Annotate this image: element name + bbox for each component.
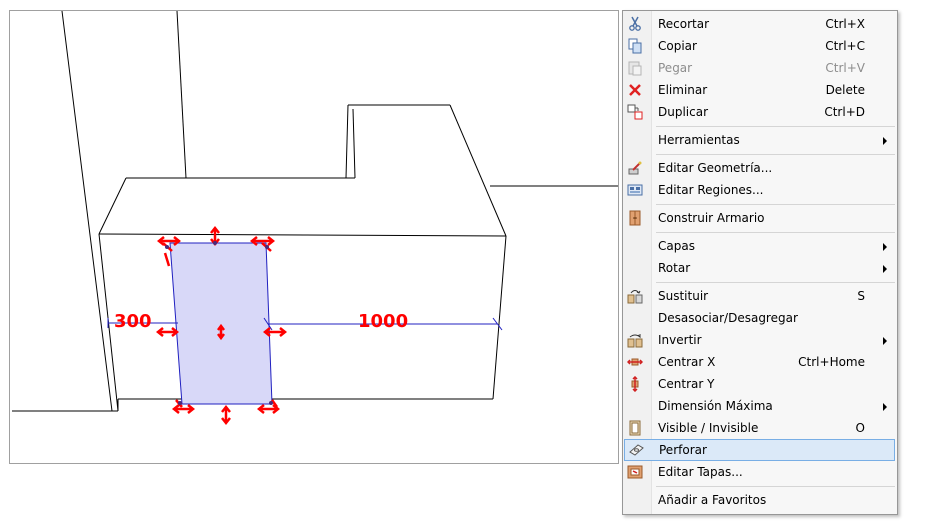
- menu-label: Centrar Y: [658, 377, 715, 391]
- menu-label: Pegar: [658, 61, 693, 75]
- wall-lines: [12, 11, 618, 412]
- menu-label: Herramientas: [658, 133, 740, 147]
- duplicate-icon: [627, 104, 643, 120]
- submenu-arrow-icon: [883, 243, 887, 251]
- dimension-lines: [107, 317, 503, 331]
- menu-shortcut: Ctrl+C: [825, 39, 865, 53]
- menu-shortcut: Ctrl+D: [824, 105, 865, 119]
- menu-item-editar-geometria[interactable]: Editar Geometría...: [623, 157, 897, 179]
- replace-icon: [627, 290, 643, 304]
- menu-label: Centrar X: [658, 355, 716, 369]
- design-canvas[interactable]: 300 1000: [9, 10, 619, 464]
- menu-label: Visible / Invisible: [658, 421, 759, 435]
- menu-label: Sustituir: [658, 289, 709, 303]
- menu-item-editar-tapas[interactable]: Editar Tapas...: [623, 461, 897, 483]
- dimension-label-right: 1000: [358, 311, 408, 332]
- menu-item-dimension-maxima[interactable]: Dimensión Máxima: [623, 395, 897, 417]
- menu-separator: [656, 282, 895, 283]
- selected-panel[interactable]: [169, 242, 273, 405]
- edit-geometry-icon: [628, 161, 642, 175]
- paste-icon: [628, 61, 642, 76]
- menu-separator: [656, 154, 895, 155]
- menu-shortcut: O: [855, 421, 865, 435]
- center-x-icon: [627, 358, 643, 366]
- menu-shortcut: Ctrl+X: [825, 17, 865, 31]
- menu-label: Recortar: [658, 17, 710, 31]
- menu-item-capas[interactable]: Capas: [623, 235, 897, 257]
- menu-item-eliminar[interactable]: Eliminar Delete: [623, 79, 897, 101]
- drawing-svg[interactable]: 300 1000: [10, 11, 618, 463]
- submenu-arrow-icon: [883, 403, 887, 411]
- menu-shortcut: Delete: [825, 83, 865, 97]
- menu-item-desasociar[interactable]: Desasociar/Desagregar: [623, 307, 897, 329]
- menu-item-centrar-x[interactable]: Centrar X Ctrl+Home: [623, 351, 897, 373]
- invert-icon: [627, 334, 643, 348]
- menu-separator: [656, 126, 895, 127]
- menu-separator: [656, 232, 895, 233]
- menu-item-rotar[interactable]: Rotar: [623, 257, 897, 279]
- menu-label: Rotar: [658, 261, 691, 275]
- menu-shortcut: S: [857, 289, 865, 303]
- menu-shortcut: Ctrl+V: [825, 61, 865, 75]
- menu-item-centrar-y[interactable]: Centrar Y: [623, 373, 897, 395]
- copy-icon: [628, 38, 642, 54]
- menu-label: Editar Geometría...: [658, 161, 773, 175]
- menu-label: Invertir: [658, 333, 702, 347]
- menu-item-duplicar[interactable]: Duplicar Ctrl+D: [623, 101, 897, 123]
- submenu-arrow-icon: [883, 265, 887, 273]
- edit-regions-icon: [627, 184, 643, 196]
- menu-item-recortar[interactable]: Recortar Ctrl+X: [623, 13, 897, 35]
- menu-item-construir-armario[interactable]: Construir Armario: [623, 207, 897, 229]
- dimension-label-left: 300: [114, 311, 152, 332]
- menu-label: Desasociar/Desagregar: [658, 311, 798, 325]
- cabinet-icon: [629, 210, 641, 226]
- menu-label: Perforar: [659, 443, 707, 457]
- menu-label: Añadir a Favoritos: [658, 493, 767, 507]
- menu-item-sustituir[interactable]: Sustituir S: [623, 285, 897, 307]
- scissors-icon: [629, 16, 641, 31]
- menu-label: Eliminar: [658, 83, 708, 97]
- center-y-icon: [631, 376, 639, 392]
- visibility-icon: [629, 420, 641, 436]
- context-menu: Recortar Ctrl+X Copiar Ctrl+C Pegar Ctrl…: [622, 10, 898, 515]
- menu-item-herramientas[interactable]: Herramientas: [623, 129, 897, 151]
- menu-item-editar-regiones[interactable]: Editar Regiones...: [623, 179, 897, 201]
- menu-shortcut: Ctrl+Home: [798, 355, 865, 369]
- perforate-icon: [629, 444, 644, 456]
- delete-x-icon: [629, 84, 641, 96]
- menu-label: Copiar: [658, 39, 697, 53]
- menu-label: Duplicar: [658, 105, 709, 119]
- menu-item-perforar[interactable]: Perforar: [624, 439, 895, 461]
- menu-label: Editar Regiones...: [658, 183, 764, 197]
- submenu-arrow-icon: [883, 137, 887, 145]
- edit-covers-icon: [627, 465, 643, 479]
- menu-label: Editar Tapas...: [658, 465, 743, 479]
- menu-item-visible-invisible[interactable]: Visible / Invisible O: [623, 417, 897, 439]
- menu-label: Capas: [658, 239, 695, 253]
- menu-item-copiar[interactable]: Copiar Ctrl+C: [623, 35, 897, 57]
- menu-label: Dimensión Máxima: [658, 399, 773, 413]
- menu-item-anadir-favoritos[interactable]: Añadir a Favoritos: [623, 489, 897, 511]
- menu-separator: [656, 486, 895, 487]
- menu-item-pegar[interactable]: Pegar Ctrl+V: [623, 57, 897, 79]
- menu-item-invertir[interactable]: Invertir: [623, 329, 897, 351]
- menu-separator: [656, 204, 895, 205]
- submenu-arrow-icon: [883, 337, 887, 345]
- menu-label: Construir Armario: [658, 211, 765, 225]
